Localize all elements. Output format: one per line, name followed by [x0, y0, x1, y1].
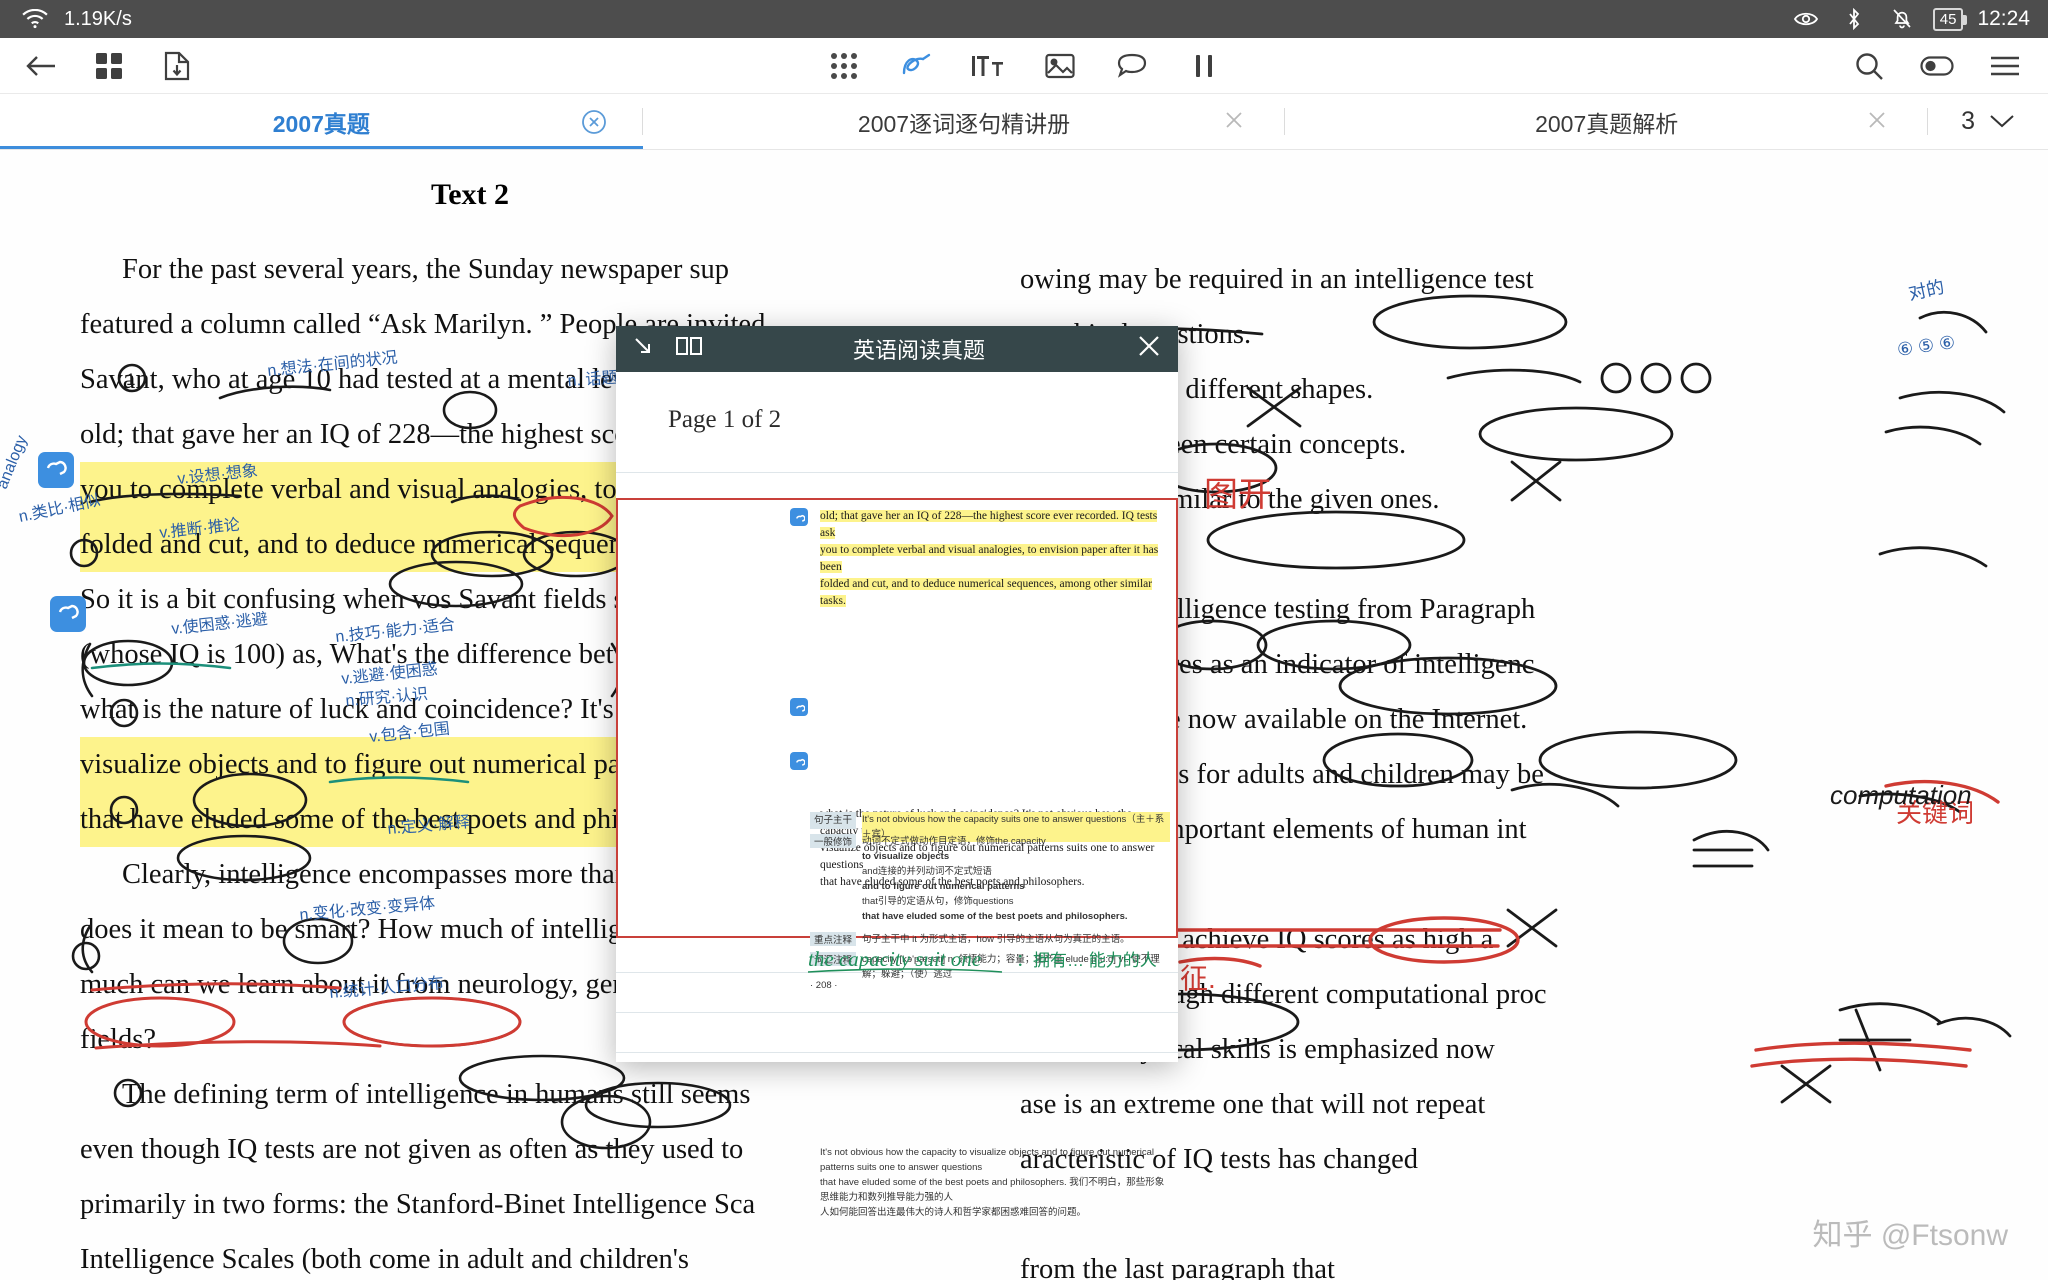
text-format-icon[interactable]: [971, 49, 1005, 83]
tab-close-icon[interactable]: [1223, 109, 1249, 135]
hamburger-menu-icon[interactable]: [1988, 49, 2022, 83]
pen-scribble-icon[interactable]: [899, 49, 933, 83]
search-icon[interactable]: [1852, 49, 1886, 83]
tab-2007-jiangce[interactable]: 2007逐词逐句精讲册: [643, 94, 1286, 149]
tab-2007-jiexi[interactable]: 2007真题解析: [1285, 94, 1928, 149]
tab-close-icon[interactable]: [1866, 109, 1892, 135]
tab-count: 3: [1961, 107, 1975, 135]
excerpt-line: folded and cut, and to deduce numerical …: [820, 578, 1153, 607]
modifier-label: 一般修饰: [810, 834, 857, 848]
doc-line: primarily in two forms: the Stanford-Bin…: [80, 1189, 756, 1220]
excerpt-line: you to complete verbal and visual analog…: [820, 544, 1159, 573]
minimize-icon[interactable]: [632, 335, 654, 363]
handwriting-note-icon: the capacity suit one ：拥有… 能力的人: [807, 947, 1157, 973]
handwriting-note-cn: ：拥有… 能力的人: [1016, 951, 1157, 970]
annotation-line: It's not obvious how the capacity to vis…: [820, 1147, 1154, 1173]
popup-header: 英语阅读真题: [616, 326, 1178, 372]
document-page[interactable]: Text 2 For the past several years, the S…: [0, 150, 2048, 1280]
split-columns-icon[interactable]: [1187, 49, 1221, 83]
clock: 12:24: [1977, 7, 2030, 30]
split-view-icon[interactable]: [676, 336, 702, 362]
tab-label: 2007真题: [272, 110, 370, 137]
annotation-line: 人如何能回答出连最伟大的诗人和哲学家都困惑难回答的问题。: [820, 1207, 1087, 1218]
grid-view-icon[interactable]: [92, 49, 126, 83]
wifi-icon: [18, 2, 52, 36]
document-tab-bar: 2007真题 2007逐词逐句精讲册 2007真题解析 3: [0, 94, 2048, 150]
scanned-excerpt-sheet[interactable]: old; that gave her an IQ of 228—the high…: [616, 498, 1178, 1218]
image-icon[interactable]: [1043, 49, 1077, 83]
watermark: 知乎 @Ftsonw: [1812, 1219, 2008, 1252]
document-download-icon[interactable]: [160, 49, 194, 83]
toggle-switch-icon[interactable]: [1920, 49, 1954, 83]
app-grid-icon[interactable]: [827, 49, 861, 83]
tab-close-icon[interactable]: [581, 109, 607, 135]
eye-icon: [1789, 2, 1823, 36]
link-chip-icon[interactable]: [790, 698, 808, 716]
excerpt-line: old; that gave her an IQ of 228—the high…: [820, 510, 1158, 539]
modifier-line: and连接的并列动词不定式短语: [862, 866, 992, 877]
annotation-line: that have eluded some of the best poets …: [820, 1177, 1165, 1203]
network-speed: 1.19K/s: [64, 7, 132, 30]
back-arrow-icon[interactable]: [24, 49, 58, 83]
chevron-down-icon[interactable]: [1989, 107, 2015, 136]
bluetooth-icon: [1837, 2, 1871, 36]
handwriting-note-en: the capacity suit one: [808, 947, 981, 971]
app-toolbar: [0, 38, 2048, 94]
modifier-line: that have eluded some of the best poets …: [862, 911, 1128, 922]
comment-bubble-icon[interactable]: [1115, 49, 1149, 83]
modifier-line: and to figure out numerical patterns: [862, 881, 1025, 892]
page-indicator: Page 1 of 2: [668, 406, 782, 433]
tab-label: 2007真题解析: [1535, 110, 1679, 137]
bell-muted-icon: [1885, 2, 1919, 36]
doc-line: The defining term of intelligence in hum…: [122, 1079, 751, 1110]
close-icon[interactable]: [1136, 333, 1162, 365]
battery-indicator: 45: [1932, 7, 1968, 31]
modifier-line: to visualize objects: [862, 851, 950, 862]
tab-count-control[interactable]: 3: [1928, 94, 2048, 149]
popup-title: 英语阅读真题: [852, 338, 985, 363]
doc-line: even though IQ tests are not given as of…: [80, 1134, 744, 1165]
link-chip-icon[interactable]: [790, 508, 808, 526]
doc-line: For the past several years, the Sunday n…: [122, 254, 730, 285]
reader-popup-window[interactable]: 英语阅读真题 Page 1 of 2 old; that gave her an…: [616, 326, 1178, 1218]
tab-label: 2007逐词逐句精讲册: [857, 110, 1071, 137]
tab-2007-zhenti[interactable]: 2007真题: [0, 94, 643, 149]
doc-line: Intelligence Scales (both come in adult …: [80, 1244, 689, 1275]
text-heading: Text 2: [430, 178, 510, 211]
excerpt-content: old; that gave her an IQ of 228—the high…: [790, 500, 1176, 1218]
grammar-label: 句子主干: [810, 812, 857, 829]
link-chip-icon[interactable]: [790, 752, 808, 770]
doc-line: owing may be required in an intelligence…: [1020, 264, 1534, 295]
modifier-line: 动词不定式做动作目定语，修饰the capacity: [862, 836, 1046, 847]
modifier-line: that引导的定语从句，修饰questions: [862, 896, 1014, 907]
status-bar: 1.19K/s 45 12:24: [0, 0, 2048, 38]
popup-body[interactable]: Page 1 of 2 old; that gave her an IQ of …: [616, 372, 1178, 1218]
